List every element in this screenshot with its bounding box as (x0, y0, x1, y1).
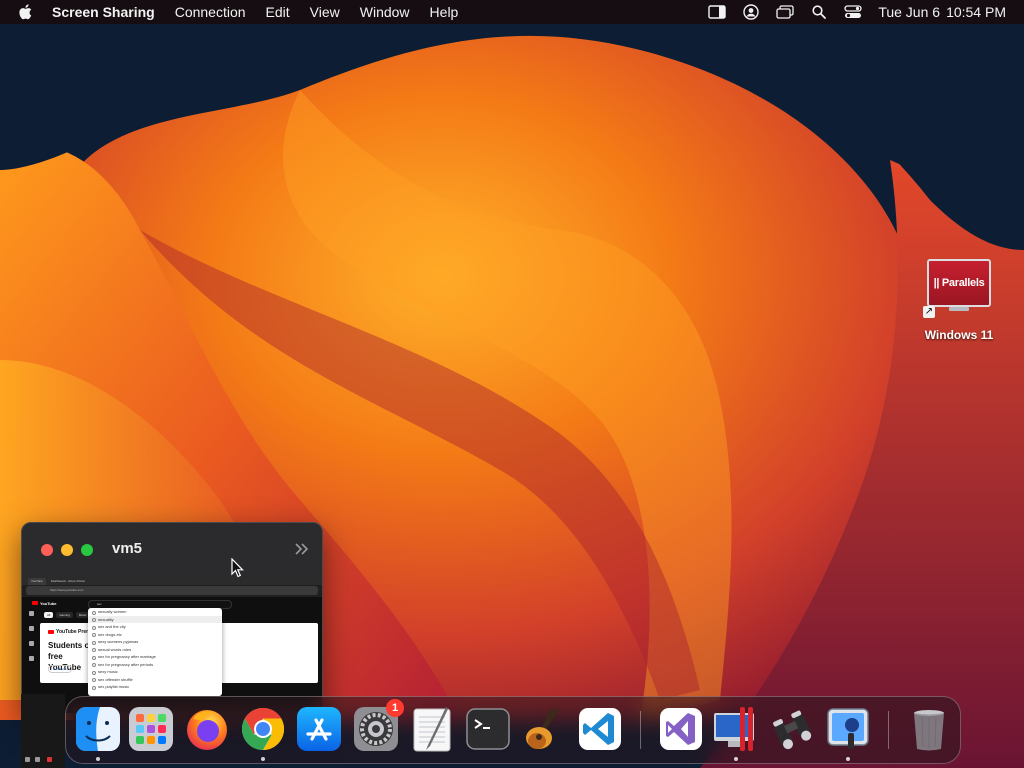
dock-app-store[interactable] (295, 705, 343, 753)
suggestion-item[interactable]: sex playlist music (88, 683, 222, 691)
textedit-icon (413, 707, 451, 752)
close-button[interactable] (41, 544, 53, 556)
chip[interactable]: All (44, 612, 54, 618)
get-it-now-button[interactable]: Get it now (48, 665, 72, 673)
control-center-icon[interactable] (844, 4, 862, 20)
browser-tab[interactable]: YouTube (28, 578, 46, 585)
dock-visual-studio[interactable] (657, 705, 705, 753)
screen-sharing-window[interactable]: vm5 YouTube Dashboard - Azure Portal htt… (21, 522, 323, 714)
chip[interactable]: Gaming (56, 612, 73, 618)
window-title: vm5 (112, 540, 143, 557)
clock-date: Tue Jun 6 (878, 4, 941, 20)
library-icon[interactable] (28, 656, 34, 661)
dock-trash[interactable] (905, 705, 953, 753)
dock-preview[interactable] (824, 705, 872, 753)
browser-tab-strip: YouTube Dashboard - Azure Portal (22, 575, 322, 585)
suggestion-item[interactable]: sex offender shuffle (88, 676, 222, 684)
browser-url-bar[interactable]: https://www.youtube.com (26, 586, 318, 595)
desktop-icon-label: Windows 11 (924, 328, 994, 342)
window-icon[interactable] (776, 4, 794, 20)
dock-terminal[interactable] (464, 705, 512, 753)
trash-icon (914, 710, 944, 751)
browser-tab[interactable]: Dashboard - Azure Portal (48, 578, 88, 585)
remote-screen[interactable]: YouTube Dashboard - Azure Portal https:/… (22, 575, 322, 713)
dock-textedit[interactable] (408, 705, 456, 753)
minimize-button[interactable] (61, 544, 73, 556)
preview-icon (827, 708, 869, 749)
desktop-icon-windows-11[interactable]: || Parallels ↗ Windows 11 (912, 256, 1006, 342)
suggestion-item[interactable]: sexuality (88, 615, 222, 623)
notification-badge: 1 (386, 699, 404, 717)
menu-connection[interactable]: Connection (175, 0, 246, 24)
chevron-right-icon[interactable] (294, 542, 310, 556)
vscode-icon (579, 708, 621, 750)
dock-vscode[interactable] (576, 705, 624, 753)
suggestion-item[interactable]: sexually women (88, 608, 222, 616)
mouse-cursor-icon (231, 558, 244, 578)
menu-edit[interactable]: Edit (266, 0, 290, 24)
parallels-desktop-icon (714, 707, 754, 751)
user-icon[interactable] (742, 4, 760, 20)
search-icon[interactable] (810, 4, 828, 20)
dock-system-settings[interactable]: 1 (352, 699, 404, 753)
screen-sharing-icon (773, 710, 812, 750)
apple-menu-icon[interactable] (18, 3, 34, 21)
menu-window[interactable]: Window (360, 0, 410, 24)
suggestion-item[interactable]: sexy music (88, 668, 222, 676)
dock-screen-sharing[interactable] (768, 705, 816, 753)
remote-taskbar (21, 694, 65, 768)
suggestion-item[interactable]: sex and the city (88, 623, 222, 631)
home-icon[interactable] (28, 611, 34, 616)
parallels-logo: || Parallels (927, 259, 991, 307)
youtube-sidebar (26, 611, 36, 671)
desktop: Screen Sharing Connection Edit View Wind… (0, 0, 1024, 768)
finder-icon (76, 707, 120, 751)
dock-firefox[interactable] (183, 705, 231, 753)
dock-finder[interactable] (74, 705, 122, 753)
parallels-monitor-icon: || Parallels ↗ (923, 256, 991, 318)
launchpad-icon (129, 707, 173, 751)
menu-help[interactable]: Help (430, 0, 459, 24)
app-store-icon (297, 707, 341, 751)
menu-clock[interactable]: Tue Jun 6 10:54 PM (878, 4, 1006, 20)
menu-view[interactable]: View (310, 0, 340, 24)
shorts-icon[interactable] (28, 626, 34, 631)
window-titlebar[interactable]: vm5 (22, 523, 322, 575)
suggestion-item[interactable]: sex for pregnancy after periods (88, 661, 222, 669)
subscriptions-icon[interactable] (28, 641, 34, 646)
suggestion-item[interactable]: sexy womens pyjamas (88, 638, 222, 646)
firefox-icon (187, 710, 227, 750)
suggestion-item[interactable]: sexual words rules (88, 646, 222, 654)
clock-time: 10:54 PM (946, 4, 1006, 20)
dock-launchpad[interactable] (127, 705, 175, 753)
menu-app-name[interactable]: Screen Sharing (52, 0, 155, 24)
dock-parallels-desktop[interactable] (712, 705, 760, 753)
alias-arrow-icon: ↗ (923, 306, 935, 318)
menu-bar: Screen Sharing Connection Edit View Wind… (0, 0, 1024, 24)
chrome-icon (241, 708, 285, 750)
terminal-icon (466, 708, 510, 750)
dock: 1 (65, 696, 961, 764)
search-suggestions-dropdown: sexually women sexuality sex and the cit… (88, 608, 222, 696)
visual-studio-icon (660, 708, 702, 750)
youtube-logo[interactable]: YouTube (32, 601, 57, 606)
suggestion-item[interactable]: sex for pregnancy after marriage (88, 653, 222, 661)
screen-mirroring-icon[interactable] (708, 4, 727, 20)
garageband-icon (526, 709, 559, 749)
dock-garageband[interactable] (521, 705, 569, 753)
zoom-button[interactable] (81, 544, 93, 556)
dock-chrome[interactable] (239, 705, 287, 753)
suggestion-item[interactable]: sex drugs etc (88, 631, 222, 639)
